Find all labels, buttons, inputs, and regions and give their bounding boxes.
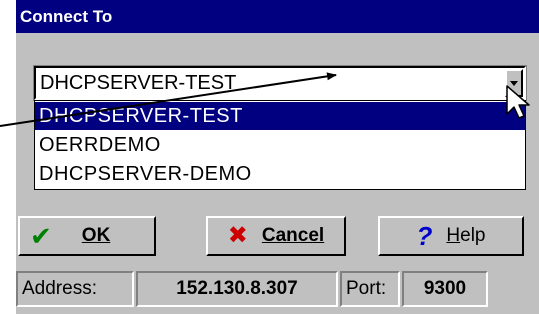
close-icon: ✖ <box>227 222 248 249</box>
port-value: 9300 <box>402 271 488 307</box>
status-bar: Address: 152.130.8.307 Port: 9300 <box>16 268 539 312</box>
server-dropdown-list: DHCPSERVER-TEST OERRDEMO DHCPSERVER-DEMO <box>34 100 526 190</box>
connect-to-dialog: Connect To DHCPSERVER-TEST DHCPSERVER-TE… <box>16 0 539 314</box>
list-item[interactable]: OERRDEMO <box>35 131 525 159</box>
list-item[interactable]: DHCPSERVER-TEST <box>35 102 525 130</box>
chevron-down-icon <box>510 81 518 86</box>
dropdown-button[interactable] <box>505 69 523 97</box>
title-bar[interactable]: Connect To <box>16 0 539 33</box>
port-label: Port: <box>340 271 400 307</box>
server-combobox[interactable]: DHCPSERVER-TEST <box>33 65 527 101</box>
address-value: 152.130.8.307 <box>136 271 338 307</box>
dialog-title: Connect To <box>20 7 113 26</box>
cancel-button[interactable]: ✖ Cancel <box>206 216 346 256</box>
question-icon: ? <box>416 221 433 251</box>
list-item[interactable]: DHCPSERVER-DEMO <box>35 160 525 188</box>
help-button-label: Help <box>446 225 486 246</box>
help-button[interactable]: ? Help <box>378 216 524 256</box>
ok-button-label: OK <box>81 225 111 246</box>
cancel-button-label: Cancel <box>261 225 325 246</box>
ok-button[interactable]: ✔ OK <box>18 216 156 256</box>
address-label: Address: <box>16 271 134 307</box>
check-icon: ✔ <box>30 221 52 251</box>
server-combobox-value: DHCPSERVER-TEST <box>40 72 237 94</box>
